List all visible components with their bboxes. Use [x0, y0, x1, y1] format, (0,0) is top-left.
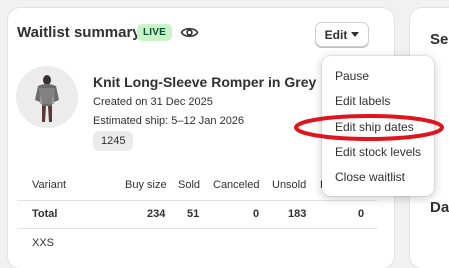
product-tag: 1245 — [93, 131, 134, 151]
product-thumbnail — [16, 66, 78, 128]
menu-item-pause[interactable]: Pause — [335, 69, 369, 83]
menu-item-edit-labels[interactable]: Edit labels — [335, 94, 390, 108]
total-unsold: 183 — [288, 208, 307, 220]
menu-item-edit-ship-dates[interactable]: Edit ship dates — [335, 120, 414, 134]
variant-xxs: XXS — [32, 237, 55, 249]
total-label: Total — [32, 208, 58, 220]
table-divider — [17, 200, 377, 201]
product-name[interactable]: Knit Long-Sleeve Romper in Grey — [93, 74, 316, 90]
col-header-canceled: Canceled — [213, 179, 260, 191]
total-extra: 0 — [358, 208, 365, 220]
edit-dropdown-menu: Pause Edit labels Edit ship dates Edit s… — [322, 56, 434, 196]
menu-item-edit-stock-levels[interactable]: Edit stock levels — [335, 145, 421, 159]
col-header-variant: Variant — [32, 179, 67, 191]
secondary-card-title: Se — [430, 31, 449, 48]
edit-button[interactable]: Edit — [315, 22, 369, 47]
table-divider — [17, 228, 377, 229]
col-header-buy-size: Buy size — [125, 179, 167, 191]
total-sold: 51 — [187, 208, 200, 220]
chevron-down-icon — [351, 32, 360, 37]
col-header-sold: Sold — [178, 179, 201, 191]
edit-button-label: Edit — [324, 27, 348, 42]
card-title: Waitlist summary — [17, 24, 141, 41]
menu-item-close-waitlist[interactable]: Close waitlist — [335, 170, 405, 184]
created-date: Created on 31 Dec 2025 — [93, 96, 213, 108]
total-canceled: 0 — [253, 208, 260, 220]
eye-icon[interactable] — [180, 25, 199, 40]
secondary-card-label: Da — [430, 199, 449, 216]
total-buy-size: 234 — [147, 208, 166, 220]
estimated-ship: Estimated ship: 5–12 Jan 2026 — [93, 115, 245, 127]
status-badge: LIVE — [137, 24, 173, 41]
col-header-unsold: Unsold — [272, 179, 307, 191]
